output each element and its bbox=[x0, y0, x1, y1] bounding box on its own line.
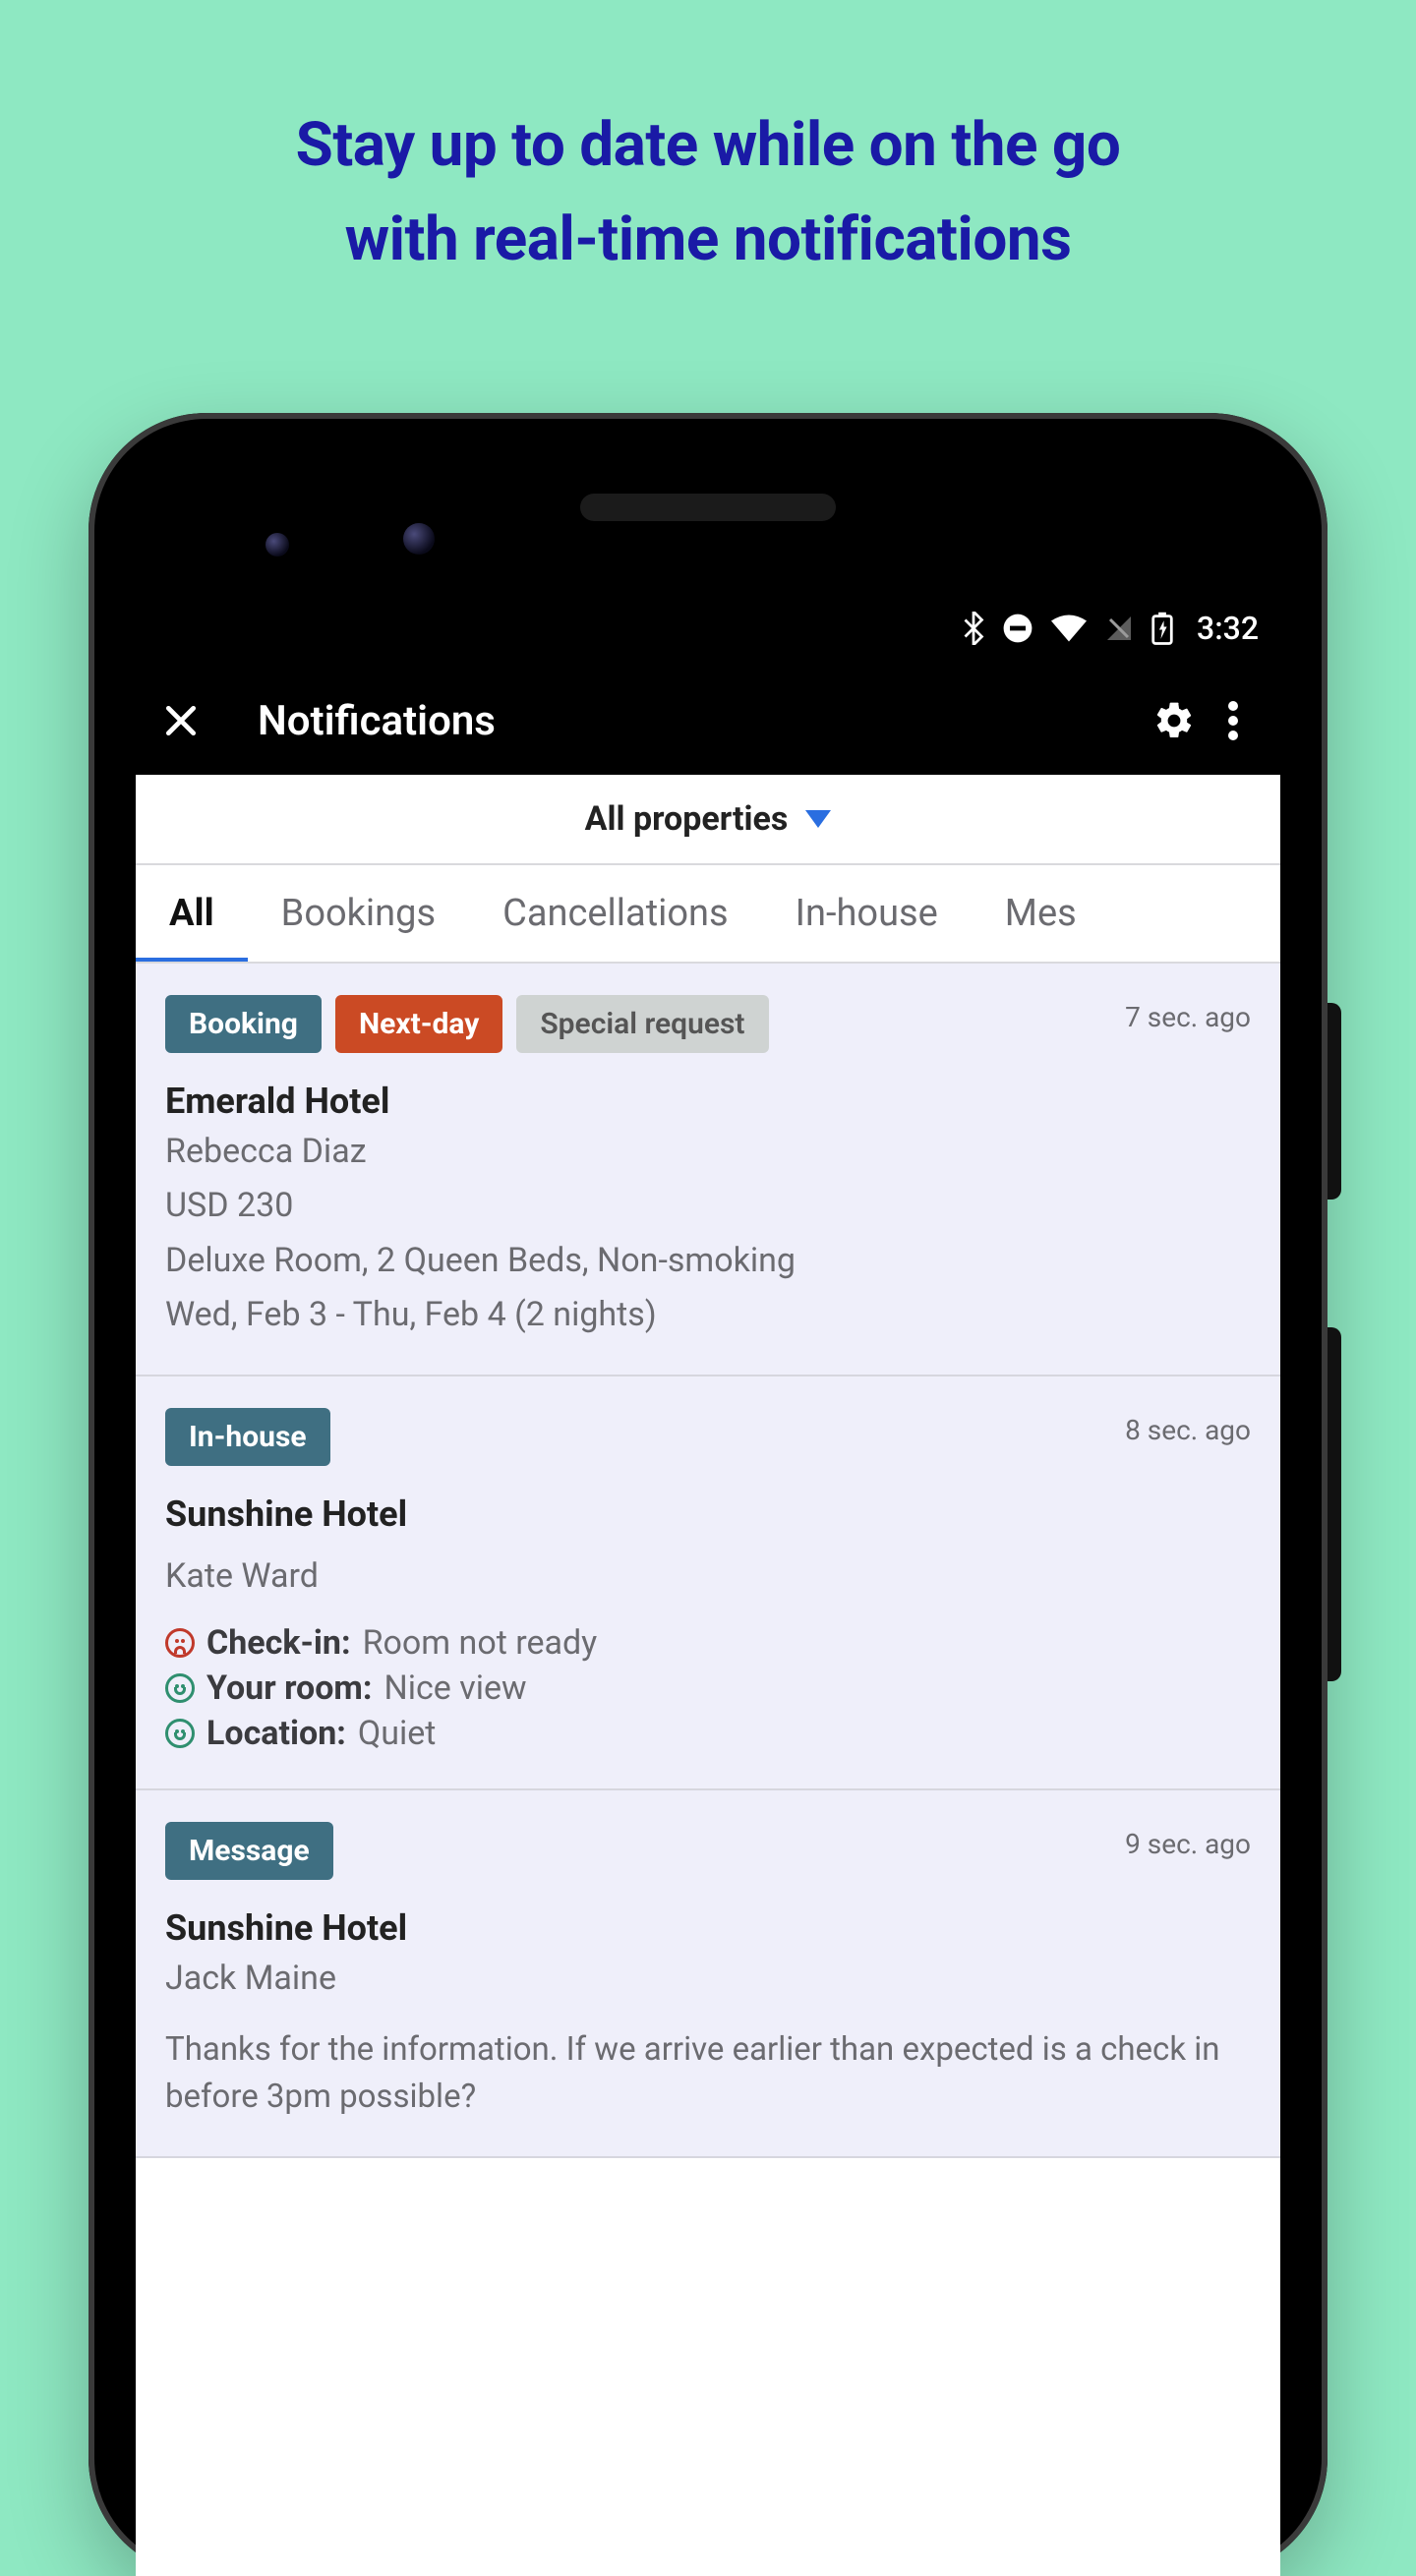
phone-camera-icon bbox=[403, 523, 435, 555]
status-clock: 3:32 bbox=[1197, 610, 1259, 647]
phone-camera-icon bbox=[266, 533, 289, 556]
overflow-menu-button[interactable] bbox=[1204, 691, 1263, 750]
battery-charging-icon bbox=[1151, 612, 1173, 645]
happy-face-icon bbox=[165, 1673, 195, 1703]
feedback-row: Location: Quiet bbox=[165, 1714, 1251, 1753]
hotel-name: Sunshine Hotel bbox=[165, 1493, 1251, 1535]
notification-card[interactable]: Message 9 sec. ago Sunshine Hotel Jack M… bbox=[136, 1790, 1280, 2158]
notification-card[interactable]: In-house 8 sec. ago Sunshine Hotel Kate … bbox=[136, 1376, 1280, 1790]
feedback-label: Location: bbox=[206, 1714, 346, 1753]
tab-bookings[interactable]: Bookings bbox=[248, 865, 469, 962]
timestamp: 9 sec. ago bbox=[1125, 1828, 1251, 1860]
wifi-icon bbox=[1051, 614, 1087, 643]
phone-volume-button bbox=[1328, 1327, 1341, 1681]
booking-price: USD 230 bbox=[165, 1182, 1251, 1230]
tag-booking: Booking bbox=[165, 995, 322, 1053]
feedback-label: Your room: bbox=[206, 1669, 372, 1708]
tag-message: Message bbox=[165, 1822, 333, 1880]
promo-line-1: Stay up to date while on the go bbox=[0, 98, 1416, 193]
chevron-down-icon bbox=[805, 810, 831, 828]
tag-row: In-house bbox=[165, 1408, 1251, 1466]
happy-face-icon bbox=[165, 1719, 195, 1748]
tag-row: Booking Next-day Special request bbox=[165, 995, 1251, 1053]
hotel-name: Sunshine Hotel bbox=[165, 1907, 1251, 1949]
feedback-row: Check-in: Room not ready bbox=[165, 1623, 1251, 1663]
promo-line-2: with real-time notifications bbox=[0, 193, 1416, 287]
timestamp: 8 sec. ago bbox=[1125, 1414, 1251, 1446]
app-bar: Notifications bbox=[136, 667, 1280, 775]
tag-row: Message bbox=[165, 1822, 1251, 1880]
do-not-disturb-icon bbox=[1002, 613, 1033, 644]
message-body: Thanks for the information. If we arrive… bbox=[165, 2026, 1251, 2121]
notification-card[interactable]: Booking Next-day Special request 7 sec. … bbox=[136, 964, 1280, 1376]
tab-in-house[interactable]: In-house bbox=[762, 865, 972, 962]
tag-next-day: Next-day bbox=[335, 995, 502, 1053]
page-title: Notifications bbox=[258, 697, 1145, 745]
tag-special-request: Special request bbox=[516, 995, 768, 1053]
sad-face-icon bbox=[165, 1628, 195, 1658]
guest-name: Rebecca Diaz bbox=[165, 1128, 1251, 1176]
phone-speaker bbox=[580, 494, 836, 521]
tag-in-house: In-house bbox=[165, 1408, 330, 1466]
phone-screen: 3:32 Notifications All properties All Bo… bbox=[136, 590, 1280, 2576]
timestamp: 7 sec. ago bbox=[1125, 1001, 1251, 1033]
cell-signal-icon bbox=[1104, 614, 1134, 643]
feedback-value: Quiet bbox=[358, 1714, 437, 1753]
hotel-name: Emerald Hotel bbox=[165, 1081, 1251, 1122]
promo-headline: Stay up to date while on the go with rea… bbox=[0, 0, 1416, 287]
phone-frame: 3:32 Notifications All properties All Bo… bbox=[88, 413, 1328, 2576]
feedback-value: Nice view bbox=[384, 1669, 526, 1708]
property-selector[interactable]: All properties bbox=[136, 775, 1280, 865]
bluetooth-icon bbox=[963, 612, 984, 645]
room-description: Deluxe Room, 2 Queen Beds, Non-smoking bbox=[165, 1237, 1251, 1285]
filter-tabs: All Bookings Cancellations In-house Mes bbox=[136, 865, 1280, 964]
close-button[interactable] bbox=[153, 693, 208, 748]
feedback-value: Room not ready bbox=[363, 1623, 598, 1663]
guest-name: Jack Maine bbox=[165, 1955, 1251, 2003]
feedback-list: Check-in: Room not ready Your room: Nice… bbox=[165, 1623, 1251, 1753]
notifications-list[interactable]: Booking Next-day Special request 7 sec. … bbox=[136, 964, 1280, 2158]
screen-content: All properties All Bookings Cancellation… bbox=[136, 775, 1280, 2576]
property-selector-label: All properties bbox=[585, 799, 789, 839]
feedback-row: Your room: Nice view bbox=[165, 1669, 1251, 1708]
guest-name: Kate Ward bbox=[165, 1556, 1251, 1596]
settings-button[interactable] bbox=[1145, 691, 1204, 750]
phone-side-button bbox=[1328, 1003, 1341, 1200]
booking-dates: Wed, Feb 3 - Thu, Feb 4 (2 nights) bbox=[165, 1291, 1251, 1339]
tab-cancellations[interactable]: Cancellations bbox=[469, 865, 762, 962]
tab-messages[interactable]: Mes bbox=[972, 865, 1110, 962]
tab-all[interactable]: All bbox=[136, 865, 248, 962]
feedback-label: Check-in: bbox=[206, 1623, 351, 1663]
status-bar: 3:32 bbox=[136, 590, 1280, 667]
